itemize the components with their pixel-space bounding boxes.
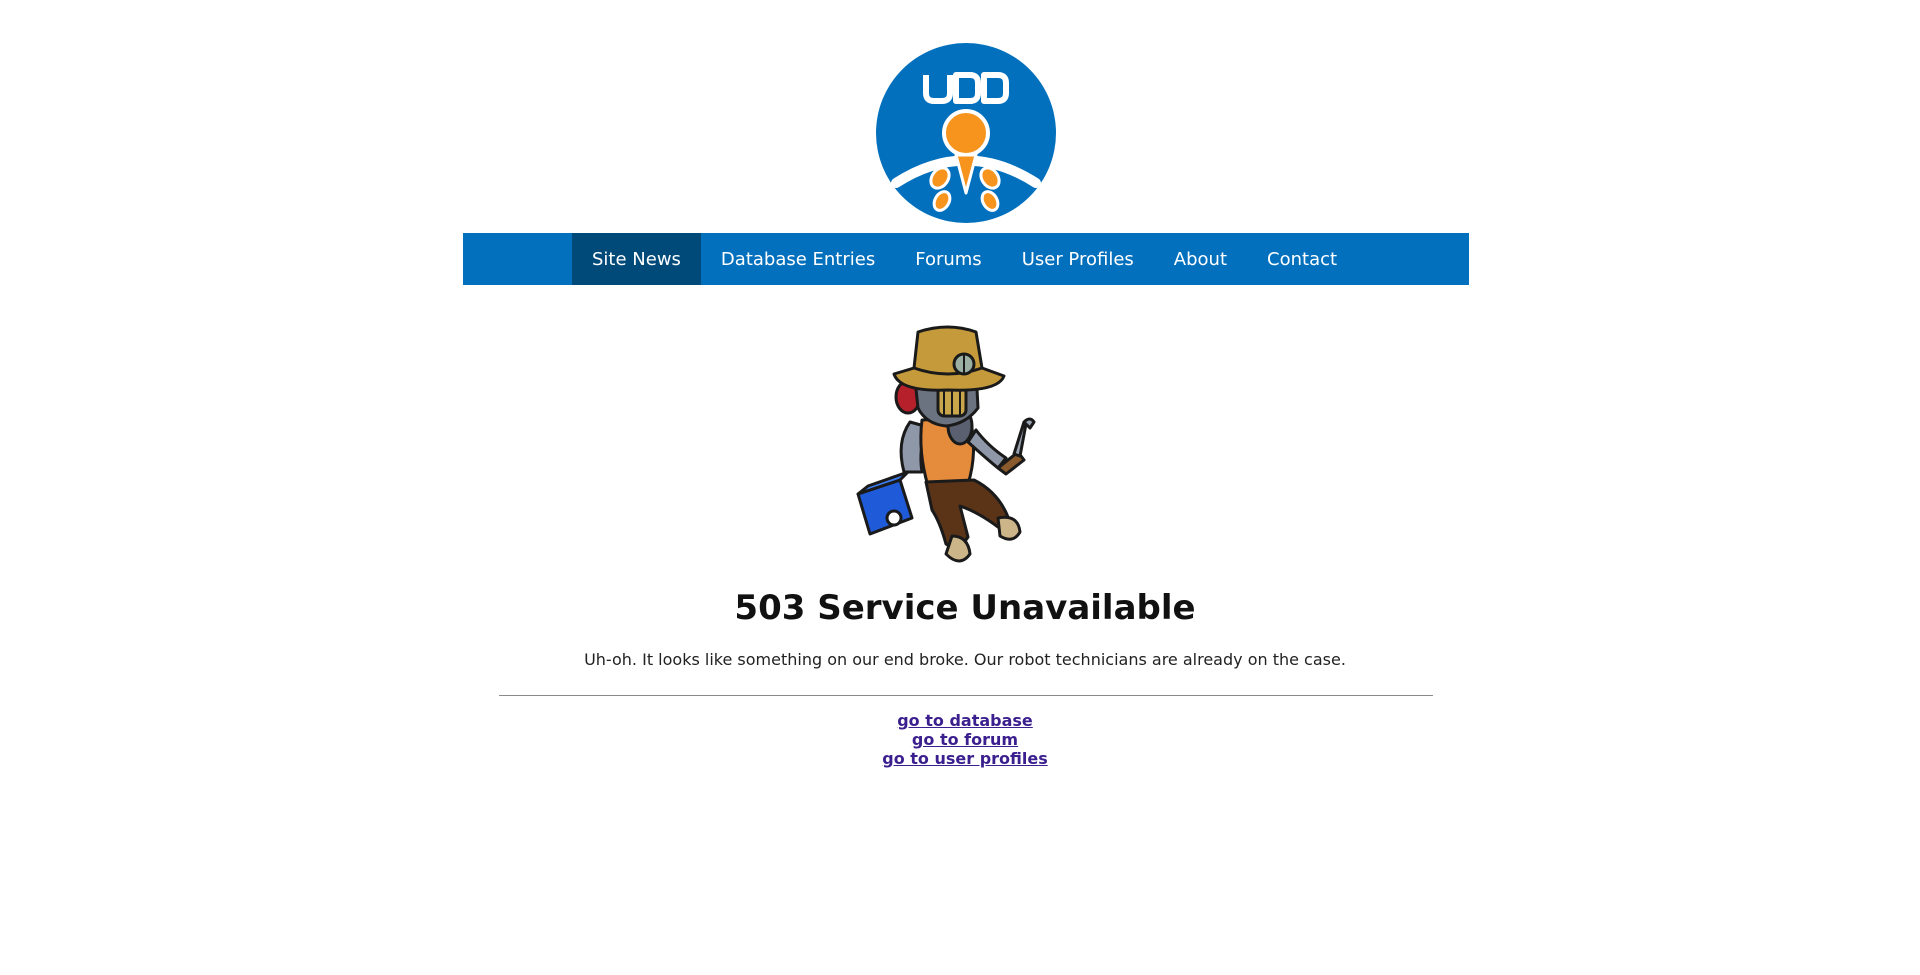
go-to-forum-link[interactable]: go to forum (0, 730, 1920, 749)
robot-technician-illustration (848, 322, 1048, 567)
nav-item-forums[interactable]: Forums (895, 233, 1001, 285)
helpful-links: go to database go to forum go to user pr… (0, 711, 1920, 768)
go-to-database-link[interactable]: go to database (0, 711, 1920, 730)
error-title: 503 Service Unavailable (734, 588, 1196, 628)
go-to-user-profiles-link[interactable]: go to user profiles (0, 749, 1920, 768)
robot-icon (856, 325, 1036, 563)
error-message: Uh-oh. It looks like something on our en… (584, 650, 1346, 669)
divider (499, 695, 1433, 696)
nav-item-database-entries[interactable]: Database Entries (701, 233, 895, 285)
error-page: Site News Database Entries Forums User P… (0, 0, 1920, 975)
nav-menu: Site News Database Entries Forums User P… (572, 233, 1357, 285)
nav-item-about[interactable]: About (1154, 233, 1247, 285)
udd-logo-icon (876, 43, 1056, 223)
nav-item-site-news[interactable]: Site News (572, 233, 701, 285)
main-navbar: Site News Database Entries Forums User P… (463, 233, 1469, 285)
site-logo[interactable] (876, 43, 1056, 223)
nav-item-user-profiles[interactable]: User Profiles (1002, 233, 1154, 285)
nav-item-contact[interactable]: Contact (1247, 233, 1357, 285)
